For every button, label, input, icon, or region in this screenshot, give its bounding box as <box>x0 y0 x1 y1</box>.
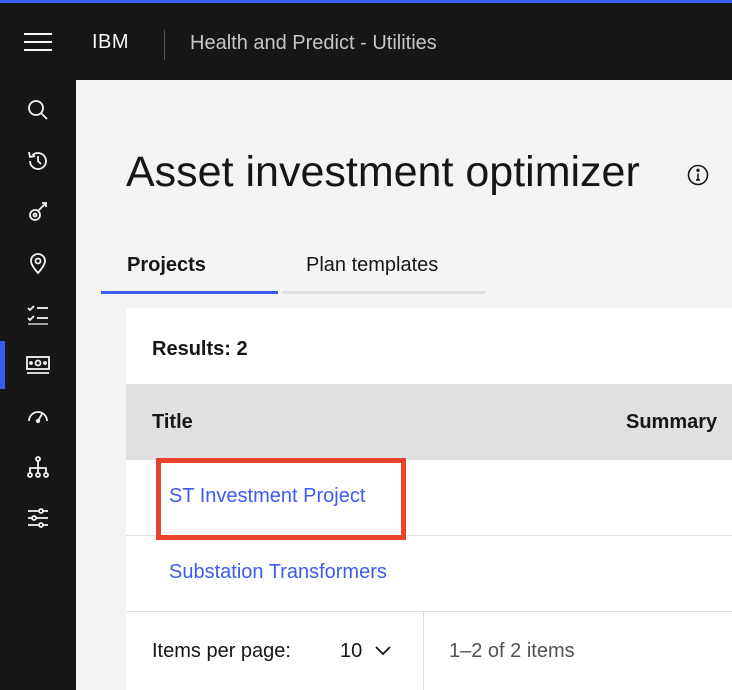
items-per-page-select[interactable]: 10 <box>340 640 362 663</box>
settings-sliders-icon <box>28 508 48 528</box>
tab-plan-templates[interactable]: Plan templates <box>282 240 485 294</box>
chevron-down-icon[interactable] <box>374 645 392 657</box>
product-name: Health and Predict - Utilities <box>190 32 437 54</box>
side-nav <box>0 80 76 690</box>
column-header-title[interactable]: Title <box>152 411 193 434</box>
investment-icon <box>26 356 50 374</box>
hierarchy-icon <box>27 456 49 478</box>
sidenav-item-tasks[interactable] <box>0 290 76 338</box>
menu-icon[interactable] <box>24 32 52 52</box>
table-row: Substation Transformers <box>126 536 732 612</box>
pagination-bar: Items per page: 10 1–2 of 2 items <box>126 612 732 690</box>
brand-name[interactable]: IBM <box>92 31 129 54</box>
sidenav-item-investment[interactable] <box>0 341 76 389</box>
project-link-substation-transformers[interactable]: Substation Transformers <box>169 561 387 584</box>
pagination-range: 1–2 of 2 items <box>449 640 575 662</box>
header-divider <box>164 30 165 60</box>
top-header: IBM Health and Predict - Utilities <box>0 0 732 80</box>
checklist-icon <box>27 305 48 325</box>
table-row: ST Investment Project <box>126 460 732 536</box>
project-link-st-investment[interactable]: ST Investment Project <box>169 485 365 508</box>
sidenav-item-hierarchy[interactable] <box>0 443 76 491</box>
sidenav-item-recent[interactable] <box>0 137 76 185</box>
sidenav-item-search[interactable] <box>0 86 76 134</box>
results-count: Results: 2 <box>152 338 248 360</box>
dashboard-gauge-icon <box>28 411 48 424</box>
items-per-page-label: Items per page: <box>152 640 291 662</box>
projects-table-panel: Results: 2 Title Summary ST Investment P… <box>126 308 732 690</box>
info-icon[interactable] <box>686 163 710 187</box>
table-header: Title Summary <box>126 384 732 460</box>
pagination-divider <box>423 612 424 690</box>
sidenav-item-settings[interactable] <box>0 494 76 542</box>
sidenav-item-locations[interactable] <box>0 239 76 287</box>
location-icon <box>30 253 46 275</box>
column-header-summary[interactable]: Summary <box>626 411 717 434</box>
sidenav-item-dashboard[interactable] <box>0 392 76 440</box>
tab-projects[interactable]: Projects <box>101 240 278 294</box>
sidenav-item-assets[interactable] <box>0 188 76 236</box>
page-title: Asset investment optimizer <box>126 148 640 196</box>
search-icon <box>28 100 48 120</box>
recent-history-icon <box>28 151 47 170</box>
asset-icon <box>29 202 47 221</box>
